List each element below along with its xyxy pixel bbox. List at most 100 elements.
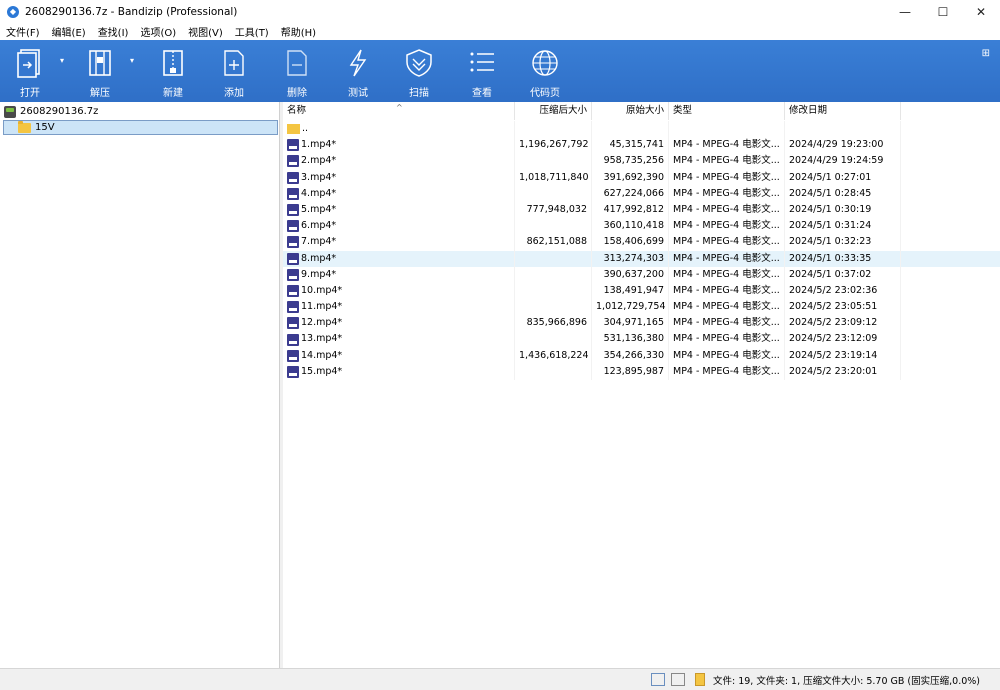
grid-menu-icon[interactable]: ⊞: [982, 48, 990, 59]
bandizip-app-icon: ◆: [7, 5, 19, 18]
add-button[interactable]: 添加: [218, 40, 250, 102]
file-name-cell-text: 12.mp4*: [301, 317, 343, 329]
codepage-button[interactable]: 代码页: [526, 40, 564, 102]
file-name-cell: 3.mp4*: [283, 169, 515, 186]
scan-button[interactable]: 扫描: [402, 40, 436, 102]
file-type-cell: MP4 - MPEG-4 电影文...: [669, 137, 785, 154]
file-type-cell: MP4 - MPEG-4 电影文...: [669, 218, 785, 235]
modified-date-cell: 2024/5/2 23:12:09: [785, 331, 901, 348]
mp4-file-icon: [287, 220, 299, 233]
file-type-cell: MP4 - MPEG-4 电影文...: [669, 234, 785, 251]
column-header-compressed[interactable]: 压缩后大小: [515, 102, 592, 120]
file-name-cell-text: 8.mp4*: [301, 252, 337, 264]
original-size-cell: 304,971,165: [592, 315, 669, 332]
sort-ascending-icon: ^: [396, 103, 403, 112]
status-bar: 文件: 19, 文件夹: 1, 压缩文件大小: 5.70 GB (固实压缩,0.…: [0, 668, 1000, 690]
file-row[interactable]: 8.mp4* 313,274,303 MP4 - MPEG-4 电影文... 2024…: [283, 250, 1000, 267]
row-filler: [901, 283, 1000, 299]
menu-tools[interactable]: 工具(T): [235, 24, 269, 39]
modified-date-cell-text: 2024/5/1 0:28:45: [789, 187, 872, 199]
file-type-cell: MP4 - MPEG-4 电影文...: [669, 201, 785, 219]
menu-edit[interactable]: 编辑(E): [52, 24, 86, 39]
tree-folder-15v[interactable]: 15V: [3, 120, 278, 135]
file-row[interactable]: 4.mp4* 627,224,066 MP4 - MPEG-4 电影文... 2024…: [283, 185, 1000, 202]
original-size-cell-text: 417,992,812: [603, 203, 664, 215]
file-type-cell-text: MP4 - MPEG-4 电影文...: [673, 236, 780, 248]
original-size-cell: 391,692,390: [592, 169, 669, 186]
delete-button[interactable]: 删除: [281, 40, 313, 102]
file-row[interactable]: 5.mp4* 777,948,032 417,992,812 MP4 - MPEG-4…: [283, 201, 1000, 219]
menu-file[interactable]: 文件(F): [6, 24, 40, 39]
menu-find[interactable]: 查找(I): [98, 24, 129, 39]
open-button[interactable]: 打开: [14, 40, 46, 102]
delete-file-icon: [287, 50, 307, 76]
file-type-cell: MP4 - MPEG-4 电影文...: [669, 331, 785, 348]
test-button[interactable]: 测试: [342, 40, 374, 102]
original-size-cell: 531,136,380: [592, 331, 669, 348]
column-header-name[interactable]: 名称 ^: [283, 102, 515, 120]
file-name-cell-text: 5.mp4*: [301, 203, 337, 215]
maximize-button[interactable]: ☐: [924, 0, 962, 23]
file-name-cell: 10.mp4*: [283, 282, 515, 300]
extract-icon: [89, 50, 111, 76]
menu-help[interactable]: 帮助(H): [281, 24, 316, 39]
compressed-size-cell-text: 1,018,711,840: [519, 171, 589, 183]
minimize-button[interactable]: —: [886, 0, 924, 23]
new-button[interactable]: 新建: [157, 40, 189, 102]
file-row[interactable]: 7.mp4* 862,151,088 158,406,699 MP4 - MPEG-4…: [283, 234, 1000, 251]
close-button[interactable]: ✕: [962, 0, 1000, 23]
extract-button[interactable]: 解压: [84, 40, 116, 102]
menu-view[interactable]: 视图(V): [188, 24, 223, 39]
original-size-cell-text: 1,012,729,754: [596, 301, 666, 313]
file-row[interactable]: 15.mp4* 123,895,987 MP4 - MPEG-4 电影文... 202…: [283, 363, 1000, 380]
file-row[interactable]: 13.mp4* 531,136,380 MP4 - MPEG-4 电影文... 202…: [283, 331, 1000, 348]
preview-view-icon[interactable]: [671, 673, 685, 686]
file-row[interactable]: 6.mp4* 360,110,418 MP4 - MPEG-4 电影文... 2024…: [283, 218, 1000, 235]
file-row[interactable]: 12.mp4* 835,966,896 304,971,165 MP4 - MPEG-…: [283, 315, 1000, 332]
file-name-cell-text: 15.mp4*: [301, 365, 343, 377]
file-row[interactable]: 9.mp4* 390,637,200 MP4 - MPEG-4 电影文... 2024…: [283, 266, 1000, 283]
file-name-cell-text: 9.mp4*: [301, 268, 337, 280]
compressed-size-cell-text: 1,436,618,224: [519, 349, 589, 361]
modified-date-cell: 2024/5/2 23:05:51: [785, 299, 901, 316]
open-dropdown-icon[interactable]: ▾: [60, 56, 64, 65]
window-title: 2608290136.7z - Bandizip (Professional): [25, 5, 238, 18]
folder-icon: [18, 120, 31, 133]
menu-options[interactable]: 选项(O): [140, 24, 176, 39]
file-row[interactable]: 2.mp4* 958,735,256 MP4 - MPEG-4 电影文... 2024…: [283, 153, 1000, 170]
file-name-cell-text: 14.mp4*: [301, 349, 343, 361]
mp4-file-icon: [287, 317, 299, 330]
modified-date-cell: 2024/5/2 23:19:14: [785, 347, 901, 364]
mp4-file-icon: [287, 155, 299, 168]
file-row[interactable]: 10.mp4* 138,491,947 MP4 - MPEG-4 电影文... 202…: [283, 282, 1000, 300]
view-label: 查看: [472, 88, 492, 99]
file-type-cell: MP4 - MPEG-4 电影文...: [669, 153, 785, 170]
file-row[interactable]: 11.mp4* 1,012,729,754 MP4 - MPEG-4 电影文... 2…: [283, 299, 1000, 316]
file-row[interactable]: 1.mp4* 1,196,267,792 45,315,741 MP4 - MPEG-…: [283, 137, 1000, 154]
tree-root-archive[interactable]: 2608290136.7z: [4, 104, 98, 119]
file-row[interactable]: ..: [283, 121, 1000, 138]
column-header-modified[interactable]: 修改日期: [785, 102, 901, 120]
column-header-type[interactable]: 类型: [669, 102, 785, 120]
extract-label: 解压: [90, 88, 110, 99]
file-row[interactable]: 3.mp4* 1,018,711,840 391,692,390 MP4 - MPEG…: [283, 169, 1000, 186]
row-filler: [901, 267, 1000, 283]
modified-date-cell-text: 2024/5/1 0:37:02: [789, 268, 872, 280]
add-file-icon: [224, 50, 244, 76]
file-type-cell-text: MP4 - MPEG-4 电影文...: [673, 155, 780, 167]
file-type-cell: MP4 - MPEG-4 电影文...: [669, 266, 785, 283]
compressed-size-cell: [515, 185, 592, 202]
file-name-cell: 12.mp4*: [283, 315, 515, 332]
file-name-cell: 11.mp4*: [283, 299, 515, 316]
column-header-original[interactable]: 原始大小: [592, 102, 669, 120]
archive-info-icon[interactable]: [695, 673, 705, 686]
file-row[interactable]: 14.mp4* 1,436,618,224 354,266,330 MP4 - MPE…: [283, 347, 1000, 364]
shield-icon: [406, 49, 432, 77]
test-label: 测试: [348, 88, 368, 99]
extract-dropdown-icon[interactable]: ▾: [130, 56, 134, 65]
compressed-size-cell-text: 862,151,088: [526, 236, 587, 248]
view-button[interactable]: 查看: [466, 40, 498, 102]
modified-date-cell: 2024/5/1 0:31:24: [785, 218, 901, 235]
file-type-cell-text: MP4 - MPEG-4 电影文...: [673, 301, 780, 313]
details-view-icon[interactable]: [651, 673, 665, 686]
